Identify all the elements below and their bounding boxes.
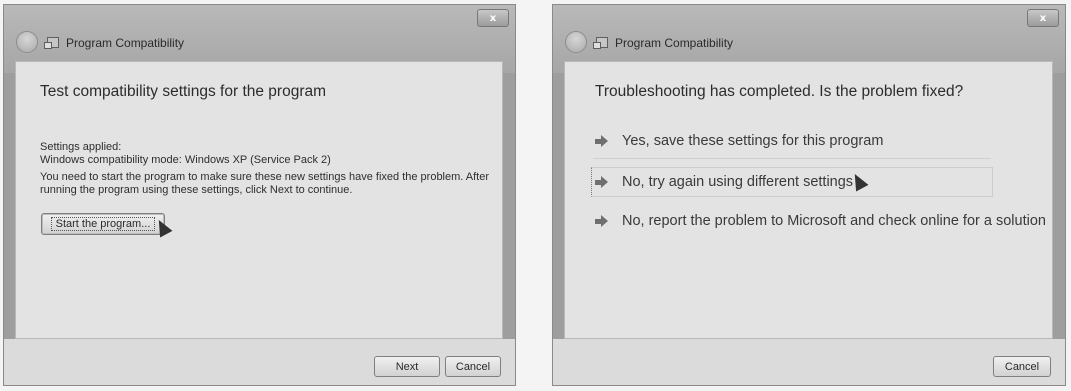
option-label: No, try again using different settings <box>622 174 854 190</box>
green-arrow-icon <box>595 214 608 228</box>
start-program-label: Start the program... <box>50 217 156 231</box>
cancel-button[interactable]: Cancel <box>445 356 501 377</box>
instructions-line-1: You need to start the program to make su… <box>40 171 490 183</box>
green-arrow-icon <box>595 175 608 189</box>
option-try-again[interactable]: No, try again using different settings <box>595 174 853 190</box>
option-label: Yes, save these settings for this progra… <box>622 133 884 149</box>
option-divider <box>593 158 991 159</box>
settings-applied-label: Settings applied: <box>40 141 122 153</box>
cancel-button[interactable]: Cancel <box>993 356 1051 377</box>
next-button[interactable]: Next <box>374 356 440 377</box>
close-icon: x <box>1039 12 1047 24</box>
green-arrow-icon <box>595 134 608 148</box>
close-button[interactable]: x <box>477 9 509 27</box>
window-title: Program Compatibility <box>66 36 185 50</box>
option-save-settings[interactable]: Yes, save these settings for this progra… <box>595 133 883 149</box>
program-window-icon <box>593 37 608 49</box>
option-label: No, report the problem to Microsoft and … <box>622 213 1046 229</box>
window-title: Program Compatibility <box>615 36 734 50</box>
content-panel <box>564 61 1053 339</box>
page-heading: Test compatibility settings for the prog… <box>40 83 327 100</box>
option-report-problem[interactable]: No, report the problem to Microsoft and … <box>595 213 1046 229</box>
dialog-footer <box>553 339 1065 385</box>
right-dialog-window: x Program Compatibility Troubleshooting … <box>552 4 1066 386</box>
program-window-icon <box>44 37 59 49</box>
close-icon: x <box>489 12 497 24</box>
instructions-line-2: running the program using these settings… <box>40 184 353 196</box>
start-program-button[interactable]: Start the program... <box>41 213 165 235</box>
close-button[interactable]: x <box>1027 9 1059 27</box>
back-arrow-icon[interactable] <box>16 31 38 53</box>
page-heading: Troubleshooting has completed. Is the pr… <box>595 83 964 100</box>
settings-applied-value: Windows compatibility mode: Windows XP (… <box>40 154 331 166</box>
back-arrow-icon[interactable] <box>565 31 587 53</box>
left-dialog-window: x Program Compatibility Test compatibili… <box>3 4 516 386</box>
content-panel <box>15 61 503 339</box>
